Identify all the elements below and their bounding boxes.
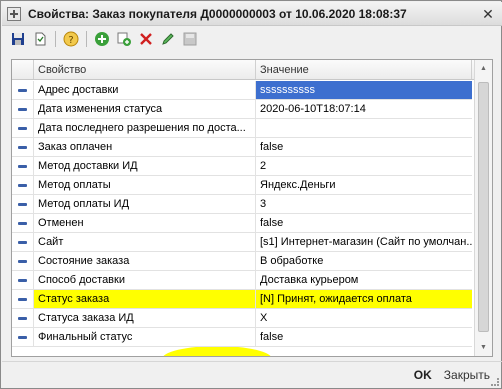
row-marker-icon — [12, 81, 34, 99]
table-row[interactable]: Способ доставки Доставка курьером — [12, 271, 472, 290]
toolbar-separator — [55, 31, 56, 47]
table-row[interactable]: Статуса заказа ИД X — [12, 309, 472, 328]
row-marker-icon — [12, 252, 34, 270]
value-cell[interactable]: [s1] Интернет-магазин (Сайт по умолчан..… — [256, 233, 472, 251]
property-cell: Адрес доставки — [34, 81, 256, 99]
row-marker-icon — [12, 195, 34, 213]
disk-icon[interactable] — [180, 29, 200, 49]
column-header-property[interactable]: Свойство — [34, 60, 256, 79]
table-row[interactable]: Финальный статус false — [12, 328, 472, 347]
property-cell: Состояние заказа — [34, 252, 256, 270]
title-bar[interactable]: Свойства: Заказ покупателя Д0000000003 о… — [2, 2, 502, 26]
property-cell: Метод оплаты — [34, 176, 256, 194]
help-icon[interactable]: ? — [61, 29, 81, 49]
dialog-footer: OK Закрыть — [2, 361, 502, 388]
row-marker-icon — [12, 233, 34, 251]
value-cell[interactable]: Доставка курьером — [256, 271, 472, 289]
edit-icon[interactable] — [158, 29, 178, 49]
table-row[interactable]: Метод доставки ИД 2 — [12, 157, 472, 176]
table-row[interactable]: Статус заказа [N] Принят, ожидается оплат… — [12, 290, 472, 309]
value-cell[interactable]: ssssssssss — [256, 81, 472, 99]
property-cell: Дата изменения статуса — [34, 100, 256, 118]
property-cell: Заказ оплачен — [34, 138, 256, 156]
value-cell[interactable]: false — [256, 138, 472, 156]
row-marker-icon — [12, 119, 34, 137]
value-cell[interactable]: false — [256, 214, 472, 232]
save-icon[interactable] — [8, 29, 28, 49]
row-marker-icon — [12, 290, 34, 308]
property-cell: Статус заказа — [34, 290, 256, 308]
window-icon — [7, 6, 21, 21]
row-marker-icon — [12, 309, 34, 327]
add-icon[interactable] — [92, 29, 112, 49]
property-cell: Сайт — [34, 233, 256, 251]
property-cell: Способ доставки — [34, 271, 256, 289]
toolbar-separator — [86, 31, 87, 47]
table-row[interactable]: Дата последнего разрешения по доста... — [12, 119, 472, 138]
value-cell[interactable] — [256, 119, 472, 137]
scroll-up-icon[interactable]: ▲ — [475, 60, 492, 77]
ok-button[interactable]: OK — [414, 368, 432, 382]
row-marker-icon — [12, 328, 34, 346]
properties-window: Свойства: Заказ покупателя Д0000000003 о… — [0, 0, 502, 389]
property-cell: Финальный статус — [34, 328, 256, 346]
row-marker-icon — [12, 214, 34, 232]
value-cell[interactable]: [N] Принят, ожидается оплата — [256, 290, 472, 308]
value-cell[interactable]: false — [256, 328, 472, 346]
table-row[interactable]: Метод оплаты ИД 3 — [12, 195, 472, 214]
table-header: Свойство Значение — [12, 60, 492, 80]
svg-text:?: ? — [68, 35, 73, 46]
document-icon[interactable] — [30, 29, 50, 49]
column-header-value[interactable]: Значение — [256, 60, 472, 79]
value-cell[interactable]: X — [256, 309, 472, 327]
copy-icon[interactable] — [114, 29, 134, 49]
row-marker-icon — [12, 176, 34, 194]
value-cell[interactable]: Яндекс.Деньги — [256, 176, 472, 194]
close-button[interactable]: Закрыть — [444, 368, 490, 382]
row-marker-icon — [12, 157, 34, 175]
scroll-down-icon[interactable]: ▼ — [475, 339, 492, 356]
property-cell: Дата последнего разрешения по доста... — [34, 119, 256, 137]
row-marker-icon — [12, 271, 34, 289]
scrollbar-thumb[interactable] — [478, 82, 489, 332]
row-marker-icon — [12, 138, 34, 156]
property-cell: Метод оплаты ИД — [34, 195, 256, 213]
delete-icon[interactable] — [136, 29, 156, 49]
property-cell: Отменен — [34, 214, 256, 232]
table-row[interactable]: Заказ оплачен false — [12, 138, 472, 157]
table-row[interactable]: Отменен false — [12, 214, 472, 233]
close-window-button[interactable]: ✕ — [478, 5, 498, 23]
property-cell: Метод доставки ИД — [34, 157, 256, 175]
value-cell[interactable]: В обработке — [256, 252, 472, 270]
vertical-scrollbar[interactable]: ▲ ▼ — [474, 60, 492, 356]
table-row[interactable]: Сайт [s1] Интернет-магазин (Сайт по умолч… — [12, 233, 472, 252]
property-cell: Статуса заказа ИД — [34, 309, 256, 327]
window-title: Свойства: Заказ покупателя Д0000000003 о… — [28, 6, 407, 21]
table-row[interactable]: Адрес доставки ssssssssss — [12, 81, 472, 100]
row-marker-icon — [12, 100, 34, 118]
properties-table: Свойство Значение Адрес доставки ssssssss… — [11, 59, 493, 357]
value-cell[interactable]: 2020-06-10T18:07:14 — [256, 100, 472, 118]
resize-grip-icon[interactable] — [491, 378, 499, 386]
toolbar: ? — [3, 28, 501, 50]
table-row[interactable]: Метод оплаты Яндекс.Деньги — [12, 176, 472, 195]
table-row[interactable]: Дата изменения статуса 2020-06-10T18:07:1… — [12, 100, 472, 119]
value-cell[interactable]: 3 — [256, 195, 472, 213]
table-row[interactable]: Состояние заказа В обработке — [12, 252, 472, 271]
table-rows: Адрес доставки ssssssssss Дата изменения … — [12, 81, 472, 347]
header-lead-cell — [12, 60, 34, 79]
highlight-marker — [162, 346, 272, 356]
value-cell[interactable]: 2 — [256, 157, 472, 175]
